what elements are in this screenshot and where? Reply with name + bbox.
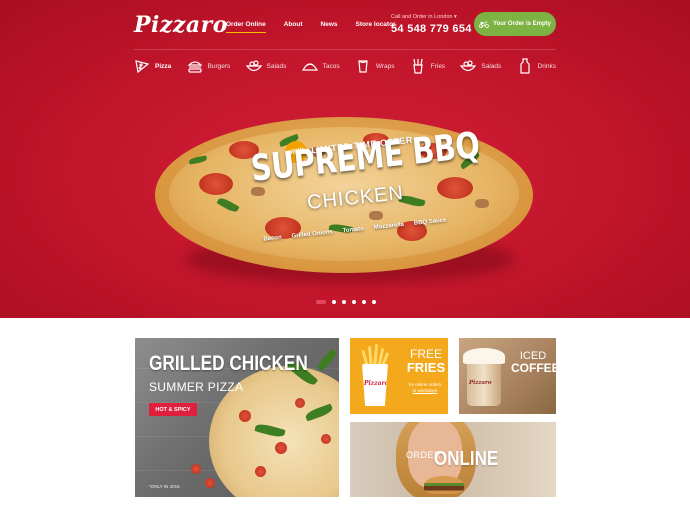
slider-dot[interactable] xyxy=(372,300,376,304)
cart-label: Your Order is Empty xyxy=(493,21,551,27)
promo-text: NEW! LIMITED TIME OFFER SUPREME BBQ CHIC… xyxy=(155,117,533,273)
drink-bottle-icon xyxy=(519,58,530,74)
contact-phone: 54 548 779 654 xyxy=(391,23,472,35)
nav-store-locator[interactable]: Store locator xyxy=(356,21,396,28)
ingredient-label: Mozzarella xyxy=(373,221,405,232)
promo-tile-iced-coffee[interactable]: Pizzaro ICED COFFEE xyxy=(459,338,556,414)
main-nav: Order Online About News Store locator xyxy=(226,21,396,33)
category-tacos[interactable]: Tacos xyxy=(301,58,340,74)
slider-dot[interactable] xyxy=(352,300,356,304)
chevron-down-icon: ▾ xyxy=(454,14,457,20)
ingredient-label: BBQ Sauce xyxy=(413,217,447,227)
hot-spicy-button[interactable]: HOT & SPICY xyxy=(149,403,197,416)
category-burgers[interactable]: Burgers xyxy=(187,58,230,74)
contact-label: Call and Order in London ▾ xyxy=(391,14,457,20)
cart-button[interactable]: Your Order is Empty xyxy=(474,12,556,36)
whipped-cream xyxy=(463,348,505,364)
slider-dot[interactable] xyxy=(342,300,346,304)
category-salads[interactable]: Salads xyxy=(245,58,286,74)
wrap-icon xyxy=(358,60,368,73)
fries-icon xyxy=(413,58,423,74)
salad-bowl-icon xyxy=(460,60,477,72)
category-wraps[interactable]: Wraps xyxy=(355,58,395,74)
ingredient-list: Bacon Grilled Onions Tomato Mozzarella B… xyxy=(263,217,447,242)
hero-title: SUPREME BBQ xyxy=(249,125,482,190)
category-drinks[interactable]: Drinks xyxy=(517,58,556,74)
category-fries[interactable]: Fries xyxy=(410,58,445,74)
ingredient-label: Tomato xyxy=(342,226,365,235)
scooter-icon xyxy=(479,21,489,28)
hero-banner: Pizzaro Order Online About News Store lo… xyxy=(0,0,690,318)
pizzaro-logo[interactable]: Pizzaro xyxy=(134,12,228,38)
slider-dot[interactable] xyxy=(362,300,366,304)
salad-bowl-icon xyxy=(245,60,262,72)
iced-coffee-title: ICED COFFEE xyxy=(511,350,556,375)
grilled-chicken-subtitle: SUMMER PIZZA xyxy=(149,380,244,394)
slider-pagination xyxy=(316,300,376,304)
grilled-chicken-title: GRILLED CHICKEN xyxy=(149,352,308,375)
ingredient-label: Grilled Onions xyxy=(291,229,334,240)
category-nav: Pizza Burgers Salads Tacos Wraps Fries S… xyxy=(134,58,556,74)
nav-news[interactable]: News xyxy=(321,21,338,28)
header-divider xyxy=(134,49,556,50)
ingredient-label: Bacon xyxy=(263,234,283,243)
pizza-slice-icon xyxy=(135,60,150,74)
free-fries-note: for online orders in weekdays xyxy=(408,382,442,393)
promo-tile-free-fries[interactable]: Pizzaro FREE FRIES for online orders in … xyxy=(350,338,448,414)
promo-tile-order-online[interactable]: ORDER ONLINE xyxy=(350,422,556,497)
category-salads-2[interactable]: Salads xyxy=(460,58,501,74)
nav-order-online[interactable]: Order Online xyxy=(226,21,266,33)
fries-box-image: Pizzaro xyxy=(362,364,388,406)
taco-icon xyxy=(301,63,318,71)
slider-dot[interactable] xyxy=(332,300,336,304)
grilled-chicken-footnote: *ONLY IN 2016 xyxy=(149,484,180,489)
category-pizza[interactable]: Pizza xyxy=(134,58,171,74)
promo-tile-grilled-chicken[interactable]: GRILLED CHICKEN SUMMER PIZZA HOT & SPICY… xyxy=(135,338,339,497)
hero-subtitle: CHICKEN xyxy=(306,181,405,215)
contact-block[interactable]: Call and Order in London ▾ 54 548 779 65… xyxy=(391,14,472,35)
slider-dot[interactable] xyxy=(316,300,326,304)
nav-about[interactable]: About xyxy=(284,21,303,28)
burger-image xyxy=(424,476,464,494)
free-fries-title: FREE FRIES xyxy=(406,347,446,375)
hero-pizza: NEW! LIMITED TIME OFFER SUPREME BBQ CHIC… xyxy=(155,117,533,285)
burger-icon xyxy=(187,61,202,73)
order-online-title: ONLINE xyxy=(434,448,499,470)
iced-coffee-image: Pizzaro xyxy=(467,360,501,406)
